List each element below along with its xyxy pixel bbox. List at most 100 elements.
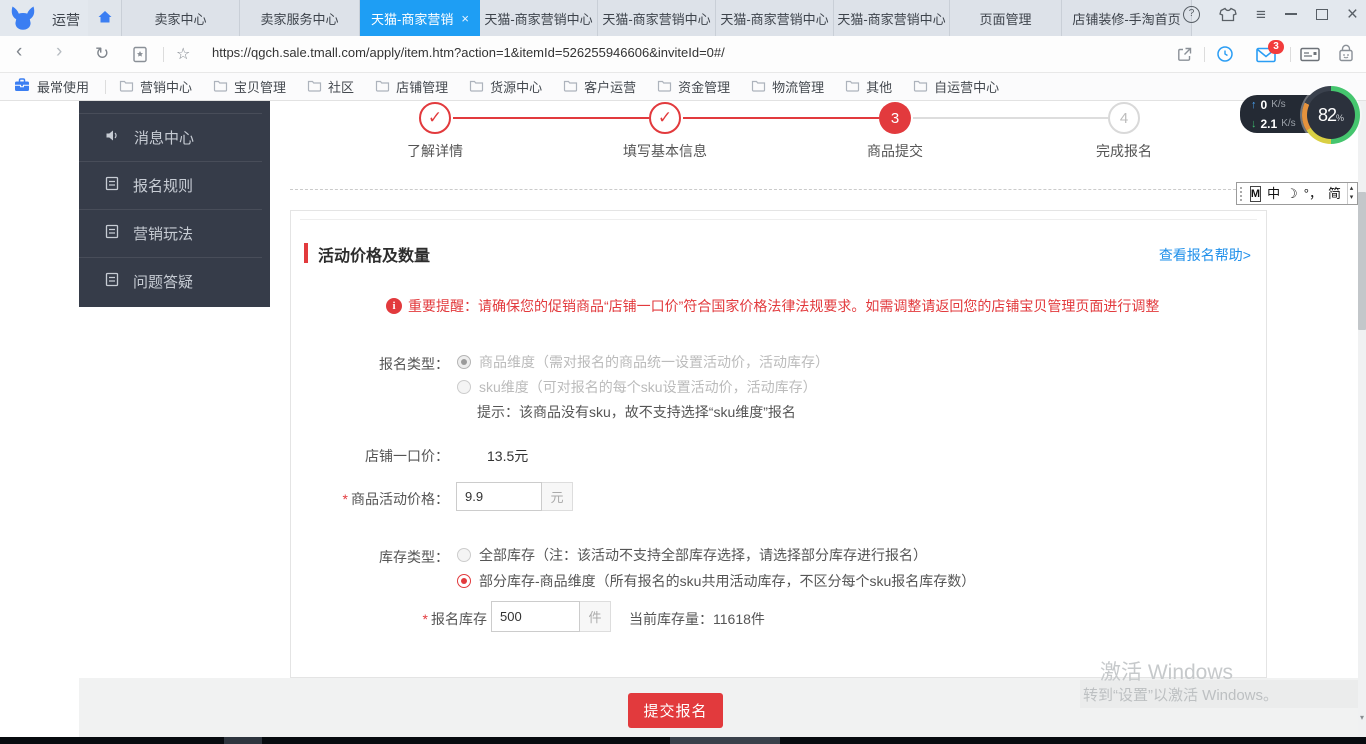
bookmark-folder[interactable]: 货源中心	[469, 77, 542, 96]
bookmark-folder[interactable]: 营销中心	[119, 77, 192, 96]
sidebar-item-apply-rules[interactable]: 报名规则	[79, 161, 262, 209]
share-icon[interactable]	[1176, 46, 1193, 68]
browser-tab[interactable]: 天猫-商家营销中心	[834, 0, 950, 36]
skin-icon[interactable]	[1219, 7, 1237, 22]
ime-mode-icon[interactable]: M	[1250, 186, 1261, 202]
step-connector	[913, 117, 1108, 119]
bookmark-folder[interactable]: 宝贝管理	[213, 77, 286, 96]
step-connector	[683, 117, 879, 119]
qianniu-logo-icon[interactable]	[9, 4, 37, 32]
home-tab[interactable]	[88, 0, 122, 36]
url-input[interactable]	[210, 44, 1114, 61]
back-icon[interactable]: ‹	[16, 41, 22, 63]
bookmark-star-icon[interactable]: ☆	[176, 44, 190, 64]
card-icon[interactable]	[1300, 47, 1320, 67]
forward-icon[interactable]: ›	[56, 41, 62, 63]
ime-simplified-indicator[interactable]: 简	[1328, 187, 1341, 200]
bookmark-label: 资金管理	[678, 77, 730, 96]
browser-tab[interactable]: 天猫-商家营销中心	[480, 0, 598, 36]
maximize-icon[interactable]	[1316, 9, 1328, 20]
ime-punct-indicator[interactable]: °，	[1304, 187, 1322, 200]
performance-percent-unit: %	[1336, 113, 1344, 123]
tab-close-icon[interactable]: ×	[461, 11, 469, 26]
minimize-icon[interactable]	[1285, 13, 1297, 15]
step-1-label: 了解详情	[407, 141, 463, 161]
step-number: 4	[1120, 110, 1128, 127]
sidebar-item-label: 报名规则	[133, 175, 193, 196]
radio-selected-disabled-icon	[457, 355, 471, 369]
ime-width-moon-icon[interactable]: ☽	[1286, 187, 1298, 200]
bookmark-folder[interactable]: 自运营中心	[913, 77, 999, 96]
tab-label: 天猫-商家营销中心	[484, 9, 592, 28]
sidebar-item-message-center[interactable]: 消息中心	[79, 113, 262, 161]
sidebar-item-marketing-play[interactable]: 营销玩法	[79, 209, 262, 257]
caret-down-icon[interactable]: ▾	[1350, 194, 1354, 202]
shop-bag-icon[interactable]	[1338, 44, 1354, 68]
tab-label: 天猫-商家营销	[371, 9, 453, 28]
folder-icon	[307, 79, 322, 95]
bookmark-label: 宝贝管理	[234, 77, 286, 96]
radio-selected-icon[interactable]	[457, 574, 471, 588]
bookmark-folder[interactable]: 店铺管理	[375, 77, 448, 96]
activity-price-input[interactable]	[457, 483, 541, 510]
tab-label: 天猫-商家营销中心	[602, 9, 710, 28]
home-icon	[97, 9, 113, 28]
browser-tab-active[interactable]: 天猫-商家营销 ×	[360, 0, 480, 36]
scrollbar-thumb[interactable]	[1358, 192, 1366, 330]
close-icon[interactable]: ×	[1347, 5, 1358, 24]
option-label: 全部库存（注：该活动不支持全部库存选择，请选择部分库存进行报名）	[479, 545, 927, 565]
upload-unit: K/s	[1271, 99, 1285, 110]
bookmark-label: 营销中心	[140, 77, 192, 96]
sidebar-item-label: 营销玩法	[133, 223, 193, 244]
step-4-circle: 4	[1108, 102, 1140, 134]
drag-grip-icon[interactable]	[1240, 187, 1244, 201]
document-icon	[105, 272, 119, 291]
performance-ring-widget[interactable]: 82 %	[1302, 86, 1360, 144]
divider	[290, 189, 1236, 190]
ime-scroll-arrows[interactable]: ▴ ▾	[1347, 183, 1355, 204]
check-icon: ✓	[658, 108, 672, 128]
bookmark-label: 物流管理	[772, 77, 824, 96]
bookmark-folder[interactable]: 其他	[845, 77, 892, 96]
bookmark-label: 最常使用	[37, 77, 89, 96]
browser-tab[interactable]: 天猫-商家营销中心	[716, 0, 834, 36]
sidebar-item-qa[interactable]: 问题答疑	[79, 257, 262, 305]
menu-icon[interactable]: ≡	[1256, 6, 1266, 23]
bookmark-folder[interactable]: 社区	[307, 77, 354, 96]
bookmark-folder[interactable]: 物流管理	[751, 77, 824, 96]
folder-icon	[119, 79, 134, 95]
apply-stock-inputbox	[491, 601, 580, 632]
ime-toolbar[interactable]: M 中 ☽ °， 简 ▴ ▾	[1236, 182, 1358, 205]
browser-tab[interactable]: 页面管理	[950, 0, 1062, 36]
browser-tab[interactable]: 天猫-商家营销中心	[598, 0, 716, 36]
page-capture-icon[interactable]	[132, 46, 148, 68]
apply-stock-input[interactable]	[492, 602, 579, 631]
scrollbar-down-arrow[interactable]: ▾	[1358, 713, 1366, 722]
stock-type-option-partial[interactable]: 部分库存-商品维度（所有报名的sku共用活动库存，不区分每个sku报名库存数）	[457, 571, 975, 591]
alarm-clock-icon[interactable]	[1216, 45, 1234, 68]
address-bar: ‹ › ↻ ☆ 3	[0, 36, 1366, 73]
briefcase-icon	[14, 78, 30, 95]
activity-price-inputbox	[456, 482, 542, 511]
step-number: 3	[891, 110, 899, 127]
submit-button[interactable]: 提交报名	[628, 693, 723, 728]
browser-tab[interactable]: 店铺装修-手淘首页	[1062, 0, 1192, 36]
caret-up-icon[interactable]: ▴	[1350, 185, 1354, 193]
bookmark-folder[interactable]: 客户运营	[563, 77, 636, 96]
help-icon[interactable]: ?	[1183, 6, 1200, 23]
folder-icon	[375, 79, 390, 95]
browser-tab[interactable]: 卖家服务中心	[240, 0, 360, 36]
browser-tab[interactable]: 卖家中心	[122, 0, 240, 36]
folder-icon	[657, 79, 672, 95]
download-unit: K/s	[1281, 118, 1295, 129]
divider	[105, 80, 106, 94]
bookmark-most-used[interactable]: 最常使用	[14, 77, 89, 96]
bookmark-label: 货源中心	[490, 77, 542, 96]
bookmark-folder[interactable]: 资金管理	[657, 77, 730, 96]
mail-icon[interactable]: 3	[1256, 47, 1276, 68]
scrollbar-track[interactable]: ▾	[1358, 101, 1366, 737]
help-link[interactable]: 查看报名帮助>	[1159, 245, 1251, 265]
folder-icon	[913, 79, 928, 95]
ime-lang-indicator[interactable]: 中	[1267, 187, 1280, 200]
reload-icon[interactable]: ↻	[95, 44, 109, 64]
